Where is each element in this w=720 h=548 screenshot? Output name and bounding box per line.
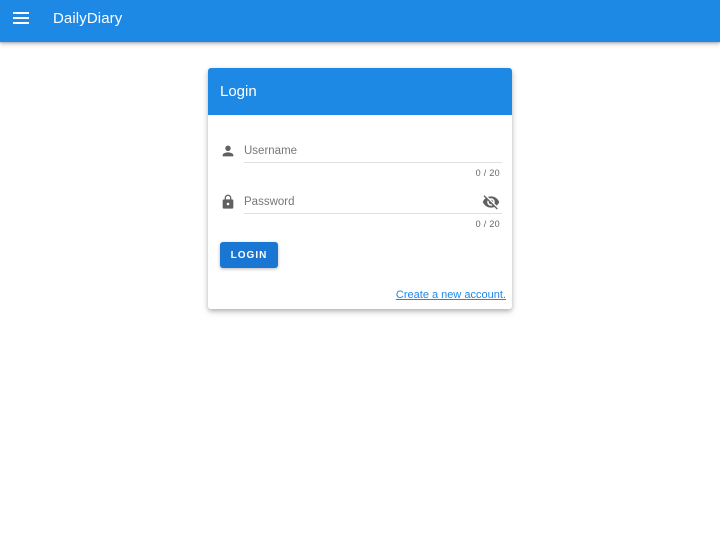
- app-bar: DailyDiary: [0, 0, 720, 42]
- app-title: DailyDiary: [53, 10, 123, 27]
- username-input[interactable]: [244, 141, 502, 161]
- password-input[interactable]: [244, 192, 474, 212]
- username-underline: [244, 162, 502, 163]
- username-field: 0 / 20: [208, 140, 512, 186]
- create-account-link[interactable]: Create a new account.: [396, 289, 506, 301]
- menu-button[interactable]: [8, 5, 34, 31]
- login-button[interactable]: LOGIN: [220, 242, 278, 268]
- lock-icon: [222, 194, 234, 209]
- eye-off-icon[interactable]: [482, 193, 500, 211]
- username-counter: 0 / 20: [475, 168, 500, 178]
- menu-icon: [13, 12, 29, 24]
- password-underline: [244, 213, 502, 214]
- password-field: 0 / 20: [208, 191, 512, 237]
- login-card: Login 0 / 20 0 / 20 LOGIN Create a new a…: [208, 68, 512, 309]
- password-counter: 0 / 20: [475, 219, 500, 229]
- login-card-header: Login: [208, 68, 512, 115]
- login-card-title: Login: [220, 83, 257, 100]
- person-icon: [222, 145, 234, 157]
